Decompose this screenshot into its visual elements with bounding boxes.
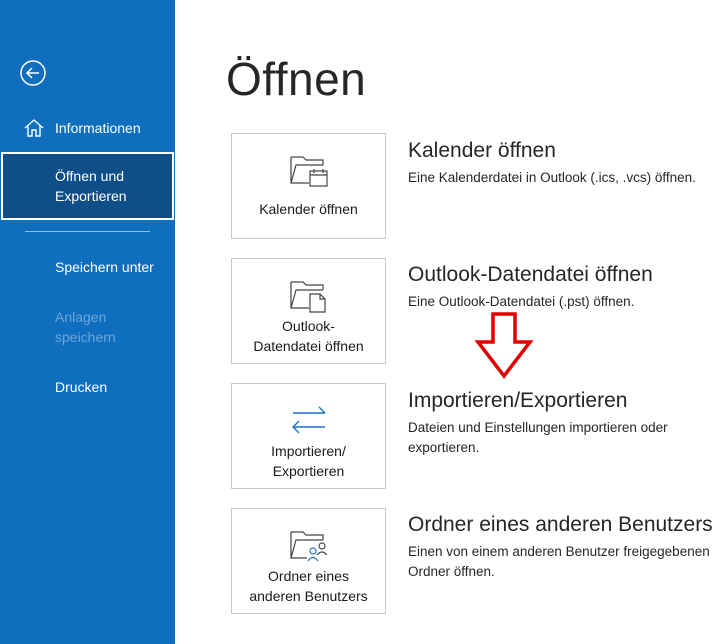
open-data-file-text: Eine Outlook-Datendatei (.pst) öffnen.	[408, 294, 635, 309]
nav-item-oeffnen-exportieren[interactable]: Öffnen und Exportieren	[1, 152, 174, 220]
tile-label: Importieren/ Exportieren	[271, 441, 346, 481]
other-user-folder-description: Ordner eines anderen Benutzers Einen von…	[408, 510, 718, 582]
tile-label-line1: Outlook-	[282, 318, 335, 334]
nav-item-speichern-unter[interactable]: Speichern unter	[0, 257, 175, 277]
nav-item-label-line1: Anlagen	[55, 309, 107, 325]
home-icon	[22, 116, 46, 140]
calendar-folder-icon	[289, 151, 329, 189]
tile-label-line2: Exportieren	[272, 463, 345, 479]
other-user-folder-heading: Ordner eines anderen Benutzers	[408, 513, 713, 536]
data-file-folder-icon	[289, 276, 329, 314]
nav-item-label: Drucken	[55, 379, 108, 395]
sidebar-divider	[25, 231, 150, 232]
other-user-folder-button[interactable]: Ordner eines anderen Benutzers	[231, 508, 386, 614]
nav-item-label-line2: Exportieren	[55, 188, 127, 204]
page-title: Öffnen	[226, 53, 367, 105]
nav-item-label: Informationen	[55, 120, 141, 136]
open-calendar-description: Kalender öffnen Eine Kalenderdatei in Ou…	[408, 136, 718, 188]
back-arrow-icon	[20, 60, 46, 86]
nav-item-label: Speichern unter	[55, 259, 154, 275]
import-export-arrows-icon	[289, 401, 329, 439]
back-button[interactable]	[19, 59, 47, 87]
import-export-text: Dateien und Einstellungen importieren od…	[408, 420, 668, 455]
red-down-arrow-icon	[474, 312, 534, 379]
nav-item-anlagen-speichern: Anlagen speichern	[0, 307, 175, 347]
import-export-description: Importieren/Exportieren Dateien und Eins…	[408, 386, 718, 458]
tile-label-line1: Ordner eines	[268, 568, 349, 584]
shared-folder-users-icon	[289, 526, 329, 564]
nav-item-drucken[interactable]: Drucken	[0, 377, 175, 397]
tile-label-line2: anderen Benutzers	[249, 588, 368, 604]
import-export-button[interactable]: Importieren/ Exportieren	[231, 383, 386, 489]
open-calendar-button[interactable]: Kalender öffnen	[231, 133, 386, 239]
other-user-folder-text: Einen von einem anderen Benutzer freigeg…	[408, 544, 710, 579]
backstage-sidebar: Informationen Öffnen und Exportieren Spe…	[0, 0, 175, 644]
open-calendar-text: Eine Kalenderdatei in Outlook (.ics, .vc…	[408, 170, 696, 185]
import-export-heading: Importieren/Exportieren	[408, 389, 628, 412]
nav-item-label-line2: speichern	[55, 329, 116, 345]
open-data-file-description: Outlook-Datendatei öffnen Eine Outlook-D…	[408, 260, 718, 312]
open-calendar-heading: Kalender öffnen	[408, 139, 556, 162]
tile-label-line2: Datendatei öffnen	[253, 338, 364, 354]
nav-item-informationen[interactable]: Informationen	[0, 114, 175, 142]
tile-label: Kalender öffnen	[259, 201, 358, 217]
tile-label: Outlook- Datendatei öffnen	[253, 316, 363, 356]
tile-label-line1: Importieren/	[271, 443, 346, 459]
tile-label: Ordner eines anderen Benutzers	[249, 566, 367, 606]
open-data-file-heading: Outlook-Datendatei öffnen	[408, 263, 653, 286]
nav-item-label-line1: Öffnen und	[55, 168, 125, 184]
open-data-file-button[interactable]: Outlook- Datendatei öffnen	[231, 258, 386, 364]
